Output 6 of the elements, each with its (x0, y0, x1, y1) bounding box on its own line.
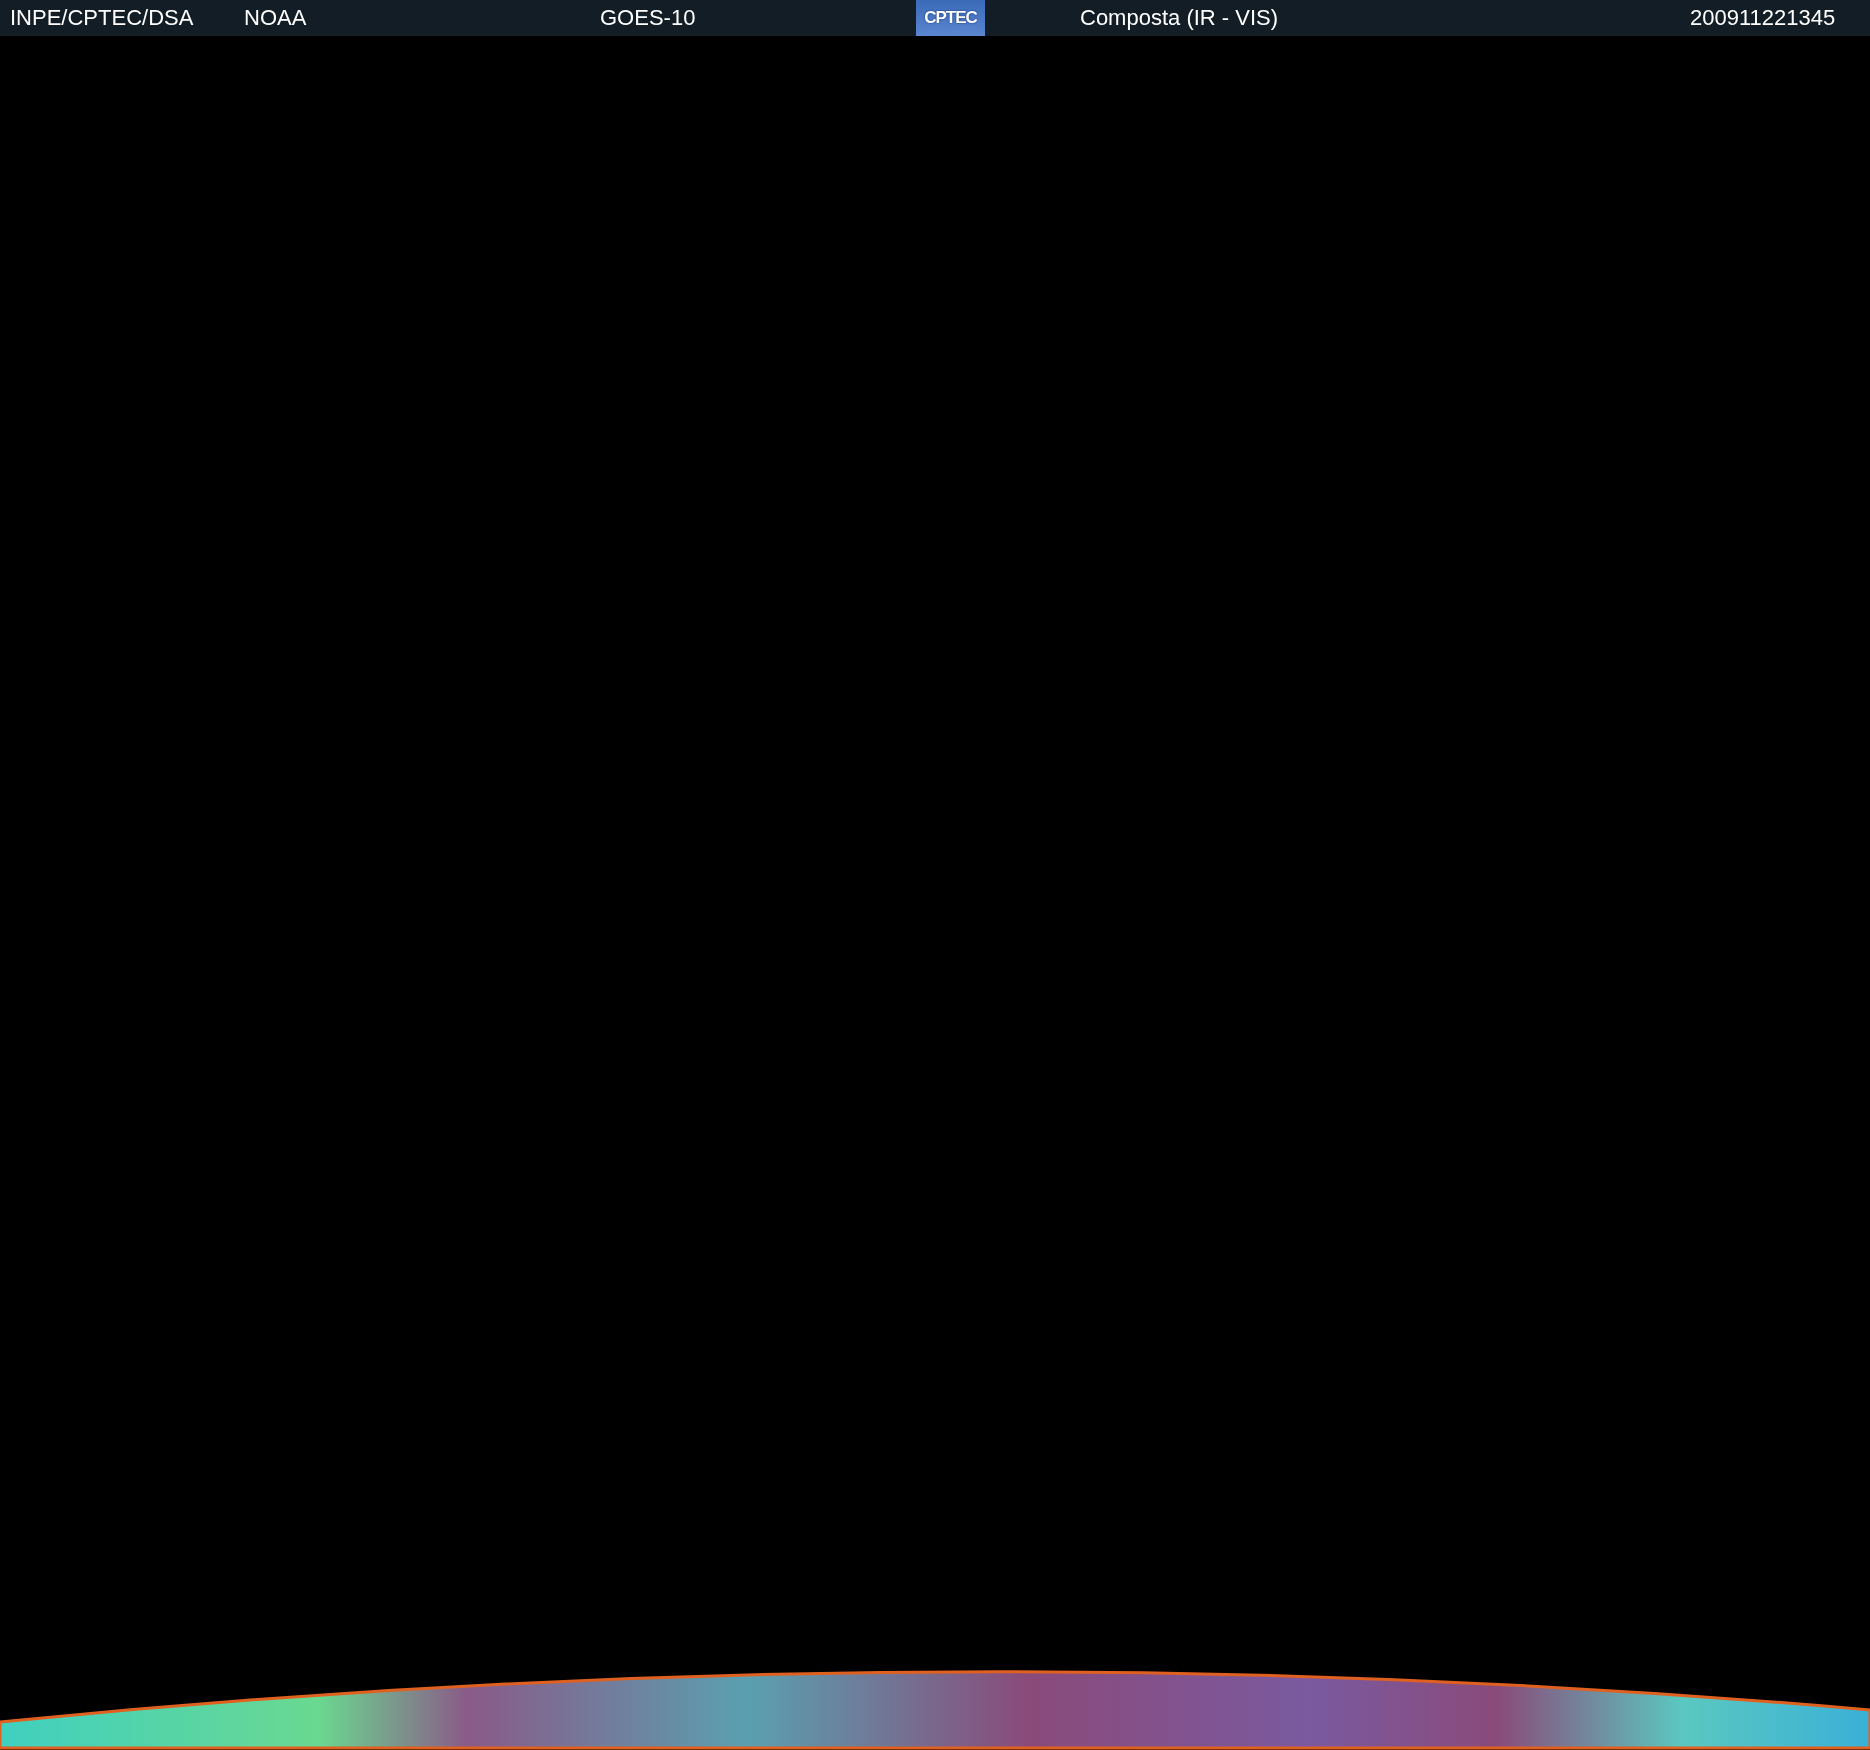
logo: CPTEC (916, 0, 985, 36)
header-label: INPE/CPTEC/DSA (10, 7, 195, 29)
header-label: NOAA (244, 7, 308, 29)
header-label: Composta (IR - VIS) (1080, 7, 1280, 29)
header-label: 200911221345 (1690, 7, 1837, 29)
header-label: GOES-10 (600, 7, 697, 29)
